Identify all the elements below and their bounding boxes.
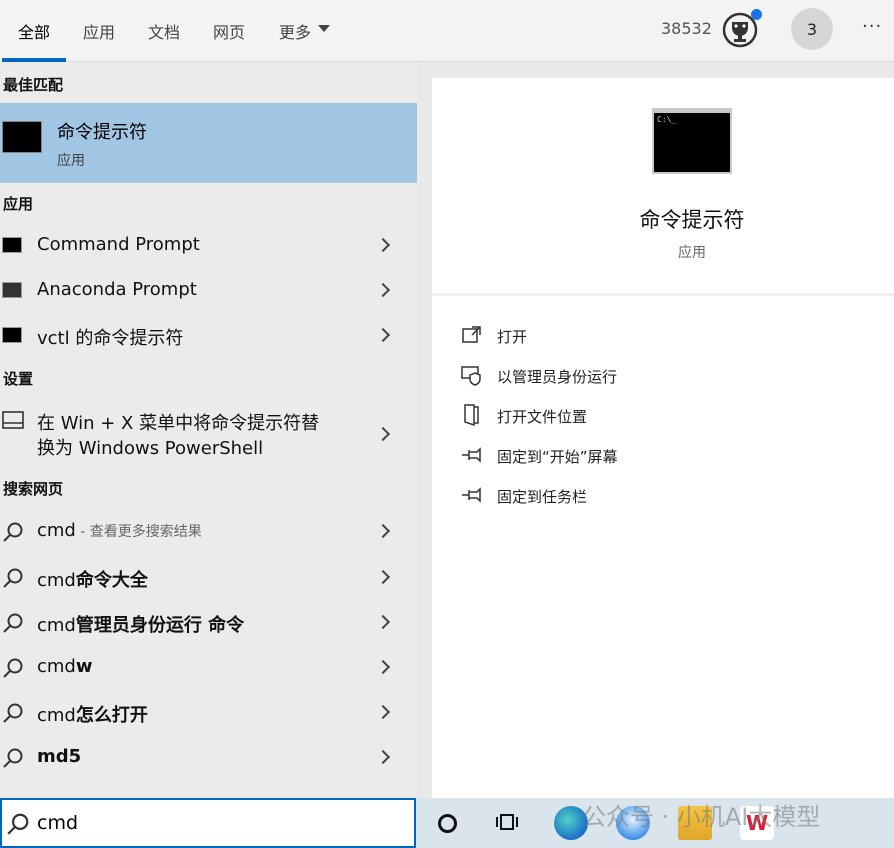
search-icon [7,813,29,835]
chevron-right-icon [375,659,391,675]
chevron-right-icon [375,569,391,585]
chevron-right-icon [375,523,391,539]
cmd-app-icon: C:\_ [652,108,732,174]
app-item-label: vctl 的命令提示符 [37,328,184,349]
search-icon [3,703,23,723]
chevron-right-icon [375,426,391,442]
app-item-command-prompt[interactable]: Command Prompt [0,223,417,267]
web-item[interactable]: cmd管理员身份运行 命令 [0,600,417,644]
search-icon [3,748,23,768]
web-item-label: cmd怎么打开 [37,705,148,726]
web-item[interactable]: md5 [0,735,417,779]
tab-documents[interactable]: 文档 [148,19,180,43]
watermark: 公众号 · 小机AI大模型 [582,803,821,831]
action-open-label: 打开 [497,328,528,346]
tab-all[interactable]: 全部 [18,19,50,43]
chevron-right-icon [375,749,391,765]
task-view-icon[interactable] [496,811,520,833]
cmd-icon-prompt: C:\_ [657,115,677,124]
detail-panel: C:\_ 命令提示符 应用 打开 以管理员身份运行 打开文件位置 固定到“开始”… [432,78,894,798]
web-item[interactable]: cmd怎么打开 [0,690,417,734]
action-open-file-location-label: 打开文件位置 [497,408,588,426]
anaconda-prompt-icon [2,282,22,298]
cmd-app-icon [2,237,22,253]
more-options-icon[interactable]: ··· [862,16,882,37]
avatar[interactable]: 3 [791,8,833,50]
results-list: 最佳匹配 命令提示符 应用 应用 Command Prompt Anaconda… [0,63,417,798]
section-web: 搜索网页 [3,480,64,498]
best-match-item[interactable]: 命令提示符 应用 [0,103,417,183]
tab-more[interactable]: 更多 [279,19,311,43]
action-run-as-admin-label: 以管理员身份运行 [497,368,618,386]
web-item-label: cmd管理员身份运行 命令 [37,615,245,636]
web-item[interactable]: cmd - 查看更多搜索结果 [0,509,417,553]
chevron-down-icon[interactable] [318,25,330,32]
action-pin-to-start-label: 固定到“开始”屏幕 [497,448,618,466]
search-icon [3,658,23,678]
best-match-type: 应用 [57,153,85,169]
tab-apps[interactable]: 应用 [83,19,115,43]
pin-icon [462,447,481,463]
section-settings: 设置 [3,370,34,388]
web-item-label: cmd命令大全 [37,570,148,591]
app-item-label: Command Prompt [37,234,200,255]
chevron-right-icon [375,327,391,343]
web-item[interactable]: cmdw [0,645,417,689]
web-item-label: cmd - 查看更多搜索结果 [37,520,202,541]
web-item[interactable]: cmd命令大全 [0,555,417,599]
file-location-icon [464,404,479,427]
settings-item-line2: 换为 Windows PowerShell [37,438,264,459]
tab-web[interactable]: 网页 [213,19,245,43]
search-tabs-bar: 全部 应用 文档 网页 更多 38532 3 ··· [0,0,894,62]
open-icon [462,326,481,343]
web-item-label: cmdw [37,656,93,677]
settings-item-line1: 在 Win + X 菜单中将命令提示符替 [37,413,320,434]
taskbar-settings-icon [2,411,24,429]
detail-app-name: 命令提示符 [639,208,745,232]
best-match-name: 命令提示符 [57,122,147,143]
notification-dot [751,9,762,20]
admin-shield-icon [461,366,481,386]
cortana-icon[interactable] [438,814,457,833]
chevron-right-icon [375,704,391,720]
search-icon [3,522,23,542]
search-icon [3,568,23,588]
cmd-app-icon [2,327,22,343]
section-apps: 应用 [3,195,34,213]
detail-header: C:\_ 命令提示符 应用 [432,78,894,296]
chevron-right-icon [375,614,391,630]
web-item-label: md5 [37,746,82,767]
app-item-label: Anaconda Prompt [37,279,197,300]
app-item-anaconda-prompt[interactable]: Anaconda Prompt [0,268,417,312]
active-tab-indicator [2,58,66,62]
section-best-match: 最佳匹配 [3,76,64,94]
detail-app-type: 应用 [678,245,706,261]
chevron-right-icon [375,282,391,298]
search-icon [3,613,23,633]
rewards-points: 38532 [661,19,712,38]
search-input-value[interactable]: cmd [37,812,78,834]
search-input[interactable]: cmd [0,798,416,848]
settings-item-powershell[interactable]: 在 Win + X 菜单中将命令提示符替 换为 Windows PowerShe… [0,401,417,465]
app-item-vctl-prompt[interactable]: vctl 的命令提示符 [0,313,417,357]
chevron-right-icon [375,237,391,253]
cmd-app-icon [2,121,42,153]
action-pin-to-taskbar-label: 固定到任务栏 [497,488,588,506]
pin-icon [462,487,481,503]
